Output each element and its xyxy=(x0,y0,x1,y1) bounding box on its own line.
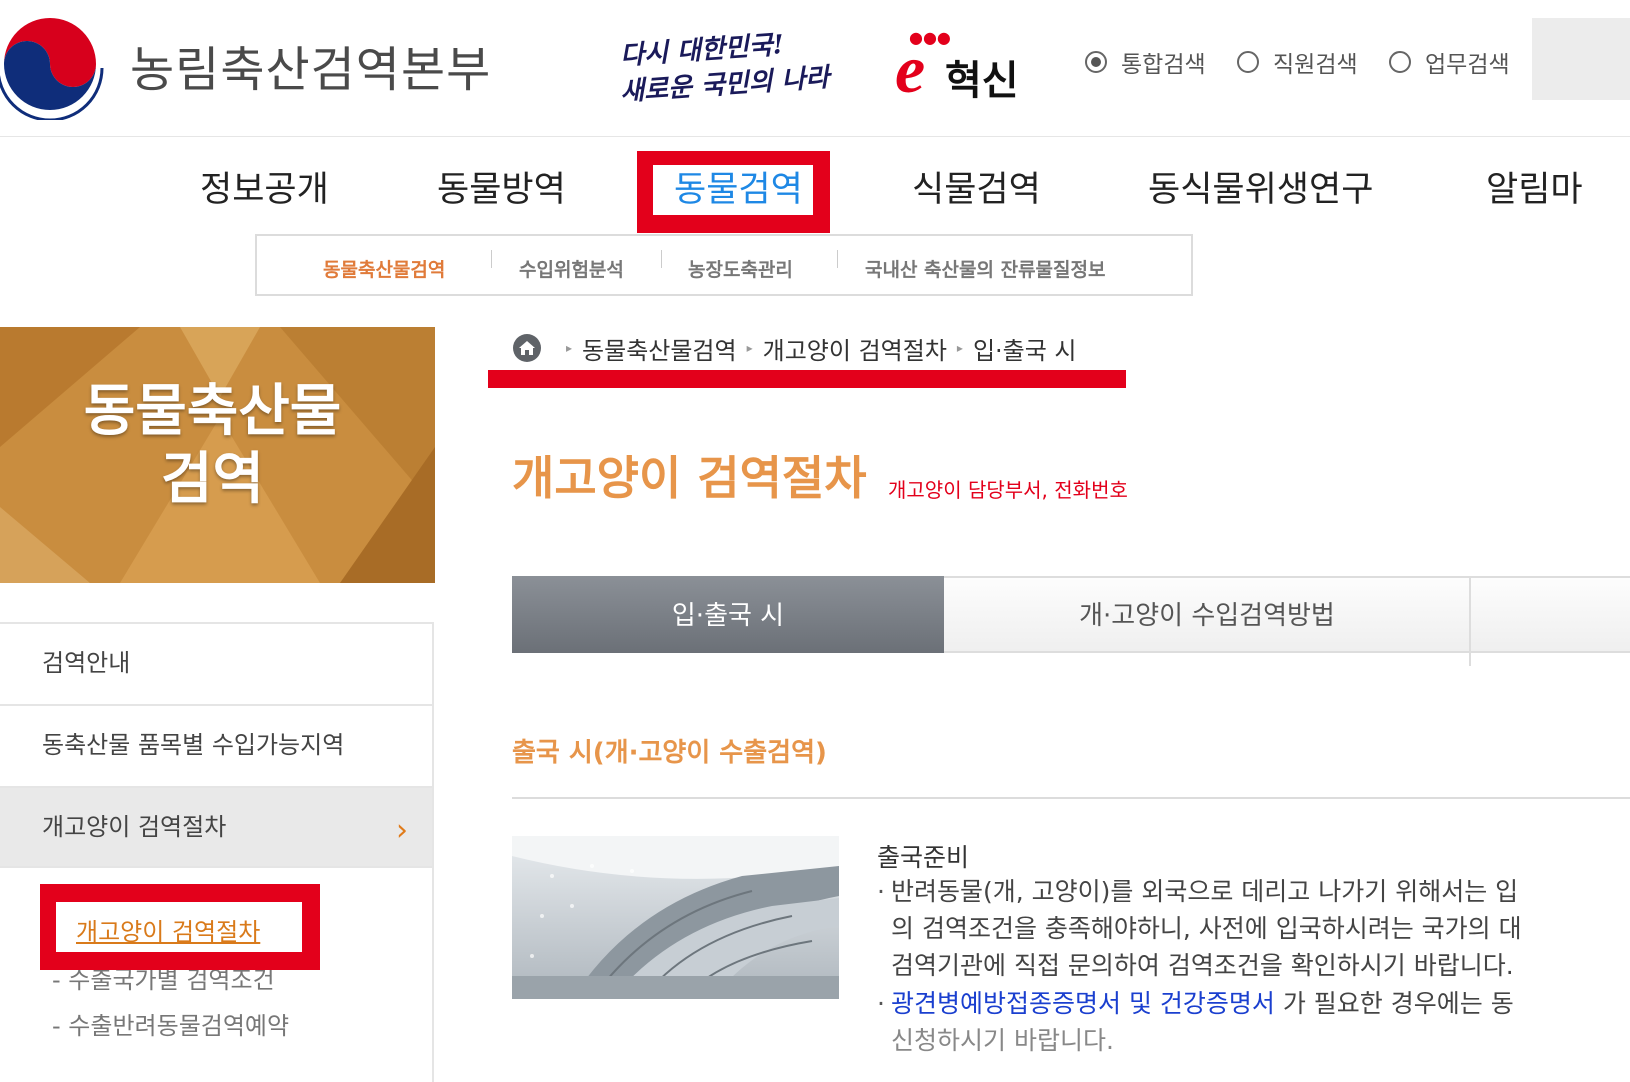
section-title: 출국 시(개·고양이 수출검역) xyxy=(512,738,827,768)
left-menu-item-import-regions[interactable]: 동축산물 품목별 수입가능지역 xyxy=(0,704,432,784)
certificate-link[interactable]: 광견병예방접종증명서 및 건강증명서 xyxy=(891,989,1275,1018)
page-title: 개고양이 검역절차 xyxy=(512,451,867,505)
tab-next[interactable] xyxy=(1471,576,1630,653)
submenu-divider xyxy=(661,250,662,268)
breadcrumb-item[interactable]: 동물축산물검역 xyxy=(582,331,737,366)
submenu-item-farm-management[interactable]: 농장도축관리 xyxy=(688,255,793,282)
airport-terminal-image xyxy=(512,836,839,999)
bullet-icon: · xyxy=(877,989,885,1018)
radio-integrated-search[interactable]: 통합검색 xyxy=(1085,44,1206,80)
chevron-right-icon: › xyxy=(396,813,408,848)
submenu-item-residue-info[interactable]: 국내산 축산물의 잔류물질정보 xyxy=(865,255,1105,282)
left-submenu-label: 수출국가별 검역조건 xyxy=(68,966,275,994)
prep-title: 출국준비 xyxy=(877,843,970,872)
gnb-item-notice[interactable]: 알림마 xyxy=(1486,160,1583,220)
gnb-item-info[interactable]: 정보공개 xyxy=(200,160,329,220)
left-menu-divider xyxy=(0,866,432,868)
radio-label: 통합검색 xyxy=(1121,52,1206,78)
banner-title-line-2: 검역 xyxy=(160,447,265,512)
left-menu-item-pet-quarantine[interactable]: 개고양이 검역절차 xyxy=(0,786,432,866)
department-contact-link[interactable]: 개고양이 담당부서, 전화번호 xyxy=(888,474,1128,503)
gnb-item-plant-quarantine[interactable]: 식물검역 xyxy=(912,160,1041,220)
radio-unselected-icon[interactable] xyxy=(1389,51,1411,73)
left-submenu-item-export-booking[interactable]: - 수출반려동물검역예약 xyxy=(52,1006,289,1041)
airport-illustration xyxy=(512,836,839,999)
submenu-divider xyxy=(837,250,838,268)
radio-staff-search[interactable]: 직원검색 xyxy=(1237,44,1358,80)
home-icon[interactable] xyxy=(512,333,542,363)
submenu-item-animal-products[interactable]: 동물축산물검역 xyxy=(323,255,445,282)
logo-e-letter: e xyxy=(895,31,926,107)
radio-work-search[interactable]: 업무검색 xyxy=(1389,44,1510,80)
prep-text: 가 필요한 경우에는 동 xyxy=(1274,989,1514,1018)
gnb-item-animal-inspection[interactable]: 동물검역 xyxy=(674,160,803,220)
breadcrumb-separator-icon: ▸ xyxy=(746,341,753,355)
prep-line-3: 검역기관에 직접 문의하여 검역조건을 확인하시기 바랍니다. xyxy=(891,951,1514,980)
left-menu-item-guide[interactable]: 검역안내 xyxy=(0,622,432,702)
banner-title-line-1: 동물축산물 xyxy=(83,379,342,444)
logo-innovation-text: 혁신 xyxy=(945,58,1019,104)
radio-label: 업무검색 xyxy=(1425,52,1510,78)
prep-text: 반려동물(개, 고양이)를 외국으로 데리고 나가기 위해서는 입 xyxy=(891,877,1519,906)
radio-selected-icon[interactable] xyxy=(1085,51,1107,73)
breadcrumb-item-current[interactable]: 입·출국 시 xyxy=(973,331,1077,366)
government-emblem-logo[interactable] xyxy=(0,8,106,120)
breadcrumb-separator-icon: ▸ xyxy=(956,341,963,355)
left-submenu-item-pet-quarantine[interactable]: 개고양이 검역절차 xyxy=(76,912,260,947)
tab-import-inspection-method[interactable]: 개·고양이 수입검역방법 xyxy=(944,576,1470,653)
breadcrumb: ▸ 동물축산물검역 ▸ 개고양이 검역절차 ▸ 입·출국 시 xyxy=(512,330,1077,366)
radio-label: 직원검색 xyxy=(1273,52,1358,78)
radio-unselected-icon[interactable] xyxy=(1237,51,1259,73)
prep-line-1: · 반려동물(개, 고양이)를 외국으로 데리고 나가기 위해서는 입 xyxy=(877,873,1518,910)
left-submenu-label: 수출반려동물검역예약 xyxy=(68,1012,290,1040)
bullet-icon: · xyxy=(877,877,885,906)
tab-entry-exit[interactable]: 입·출국 시 xyxy=(512,576,944,653)
gnb-item-animal-quarantine-prevention[interactable]: 동물방역 xyxy=(437,160,566,220)
banner-title: 동물축산물 검역 xyxy=(0,378,425,514)
prep-line-5: 신청하시기 바랍니다. xyxy=(891,1026,1114,1055)
slogan-calligraphy: 다시 대한민국! 새로운 국민의 나라 xyxy=(619,30,860,114)
breadcrumb-item[interactable]: 개고양이 검역절차 xyxy=(763,331,947,366)
search-input[interactable] xyxy=(1532,18,1630,100)
gnb-item-research[interactable]: 동식물위생연구 xyxy=(1148,160,1373,220)
submenu-divider xyxy=(491,250,492,268)
breadcrumb-highlight-underline xyxy=(488,370,1126,388)
org-name[interactable]: 농림축산검역본부 xyxy=(130,30,491,100)
section-divider xyxy=(512,797,1630,799)
breadcrumb-separator-icon: ▸ xyxy=(566,341,573,355)
prep-line-2: 의 검역조건을 충족해야하니, 사전에 입국하시려는 국가의 대 xyxy=(891,914,1522,943)
prep-line-4: · 광견병예방접종증명서 및 건강증명서 가 필요한 경우에는 동 xyxy=(877,985,1514,1022)
submenu-item-risk-analysis[interactable]: 수입위험분석 xyxy=(519,255,624,282)
